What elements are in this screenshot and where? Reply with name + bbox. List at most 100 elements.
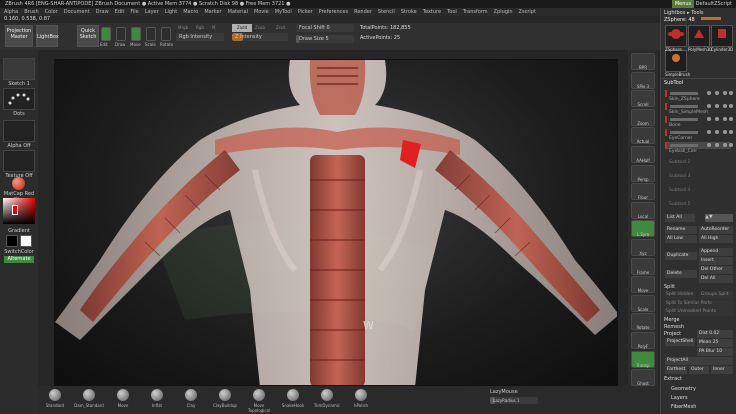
visibility-eye-icon[interactable]	[707, 91, 711, 95]
secondary-color-swatch[interactable]	[6, 235, 18, 247]
texture-thumbnail[interactable]	[3, 150, 35, 172]
gradient-label[interactable]: Gradient	[0, 228, 38, 234]
menu-item-light[interactable]: Light	[165, 9, 177, 15]
shelf-aahalf-button[interactable]: AAHalf	[631, 146, 655, 163]
project-header[interactable]: Project	[664, 331, 681, 337]
menu-item-file[interactable]: File	[130, 9, 138, 15]
layers-header[interactable]: Layers	[671, 395, 688, 401]
rgb-intensity-slider[interactable]: Rgb Intensity	[176, 33, 224, 41]
arrow-down-icon[interactable]: ▼	[709, 214, 713, 220]
focal-shift-slider[interactable]: Focal Shift 0	[296, 24, 354, 32]
brush-trimdynamic[interactable]: TrimDynamic	[312, 389, 342, 408]
visibility-eye-icon[interactable]	[707, 104, 711, 108]
cylinder3d-tool-thumb[interactable]	[711, 25, 733, 47]
menu-item-stencil[interactable]: Stencil	[378, 9, 395, 15]
all-high-button[interactable]: All High	[699, 235, 733, 243]
shelf-l-sym-button[interactable]: L.Sym	[631, 220, 655, 238]
menu-item-zplugin[interactable]: Zplugin	[494, 9, 513, 15]
draw-size-slider[interactable]: Draw Size 5	[296, 35, 354, 43]
alternate-button[interactable]: Alternate	[4, 256, 34, 263]
material-icon[interactable]	[723, 143, 727, 147]
menu-item-transform[interactable]: Transform	[463, 9, 488, 15]
split-header[interactable]: Split	[664, 284, 675, 290]
menu-item-document[interactable]: Document	[64, 9, 90, 15]
mean-slider[interactable]: Mean 25	[697, 339, 733, 347]
shelf-transp-button[interactable]: Transp	[631, 350, 655, 368]
dist-slider[interactable]: Dist 0.02	[697, 330, 733, 338]
draw-icon[interactable]	[116, 27, 126, 41]
subtool-row[interactable]	[665, 103, 733, 110]
zsphere-tool-thumb[interactable]	[665, 25, 687, 47]
brush-standard[interactable]: Standard	[40, 389, 70, 408]
material-icon[interactable]	[723, 117, 727, 121]
material-icon[interactable]	[723, 130, 727, 134]
rgb-toggle[interactable]: Rgb	[196, 25, 204, 30]
brush-snakehook[interactable]: SnakeHook	[278, 389, 308, 408]
subtool-empty-slot[interactable]: Subtool 2	[669, 160, 690, 165]
subtool-empty-slot[interactable]: Subtool 3	[669, 174, 690, 179]
rename-button[interactable]: Rename	[665, 226, 697, 234]
visibility-eye-icon[interactable]	[707, 130, 711, 134]
farthest-button[interactable]: Farthest	[665, 366, 687, 374]
outer-button[interactable]: Outer	[689, 366, 709, 374]
split-similar-button[interactable]: Split To Similar Parts	[664, 300, 733, 308]
subtool-empty-slot[interactable]: Subtool 5	[669, 202, 690, 207]
fibermesh-header[interactable]: FiberMesh	[671, 404, 696, 410]
color-picker[interactable]	[3, 198, 35, 224]
all-low-button[interactable]: All Low	[665, 235, 697, 243]
shelf-bpr-button[interactable]: BPR	[631, 53, 655, 70]
edit-icon[interactable]	[101, 27, 111, 41]
inner-button[interactable]: Inner	[711, 366, 733, 374]
subtool-row[interactable]	[665, 90, 733, 97]
merge-header[interactable]: Merge	[664, 317, 680, 323]
lazyradius-slider[interactable]: LazyRadius 1	[490, 397, 538, 404]
material-sphere[interactable]	[12, 177, 25, 190]
shelf-scroll-button[interactable]: Scroll	[631, 90, 655, 108]
insert-button[interactable]: Insert	[699, 257, 733, 265]
shelf-xyz-button[interactable]: Xyz	[631, 239, 655, 256]
zcut-button[interactable]: Zcut	[276, 25, 285, 30]
zadd-button[interactable]: Zadd	[232, 24, 252, 32]
menu-item-tool[interactable]: Tool	[447, 9, 457, 15]
shelf-actual-button[interactable]: Actual	[631, 127, 655, 145]
quick-sketch-button[interactable]: Quick Sketch	[77, 25, 99, 47]
alpha-thumbnail[interactable]	[3, 120, 35, 142]
groups-split-button[interactable]: Groups Split	[699, 291, 733, 299]
lightbox-button[interactable]: LightBox	[36, 25, 59, 47]
updown-arrows[interactable]: ▲▼	[705, 214, 733, 222]
shelf-floor-button[interactable]: Floor	[631, 183, 655, 201]
menu-item-zscript[interactable]: Zscript	[519, 9, 536, 15]
subtool-row[interactable]	[665, 142, 733, 149]
default-zscript-button[interactable]: DefaultZScript	[696, 1, 732, 7]
menu-item-movie[interactable]: Movie	[254, 9, 269, 15]
brush-clay[interactable]: Clay	[176, 389, 206, 408]
subtool-row[interactable]	[665, 129, 733, 136]
shelf-persp-button[interactable]: Persp	[631, 164, 655, 182]
mrgb-toggle[interactable]: Mrgb	[178, 25, 188, 30]
projectall-button[interactable]: ProjectAll	[665, 357, 733, 365]
autoreorder-button[interactable]: AutoReorder	[699, 226, 733, 234]
split-unmasked-button[interactable]: Split Unmasked Points	[664, 308, 733, 316]
subtool-row[interactable]	[665, 116, 733, 123]
extract-header[interactable]: Extract	[664, 376, 682, 382]
delete-button[interactable]: Delete	[665, 270, 697, 278]
material-icon[interactable]	[723, 104, 727, 108]
menu-item-preferences[interactable]: Preferences	[319, 9, 348, 15]
subtool-header[interactable]: SubTool	[664, 80, 683, 86]
menu-item-color[interactable]: Color	[45, 9, 58, 15]
menu-item-edit[interactable]: Edit	[115, 9, 125, 15]
geometry-header[interactable]: Geometry	[671, 386, 696, 392]
shelf-spix-3-button[interactable]: SPix 3	[631, 71, 655, 89]
menu-item-material[interactable]: Material	[228, 9, 248, 15]
menu-item-brush[interactable]: Brush	[24, 9, 38, 15]
remesh-header[interactable]: Remesh	[664, 324, 684, 330]
menu-item-render[interactable]: Render	[354, 9, 372, 15]
polypaint-icon[interactable]	[715, 130, 719, 134]
shelf-local-button[interactable]: Local	[631, 201, 655, 219]
subtool-empty-slot[interactable]: Subtool 4	[669, 188, 690, 193]
polymesh3d-tool-thumb[interactable]	[688, 25, 710, 47]
append-button[interactable]: Append	[699, 248, 733, 256]
shelf-move-button[interactable]: Move	[631, 276, 655, 294]
lock-icon[interactable]	[729, 130, 733, 134]
brush-inflat[interactable]: Inflat	[142, 389, 172, 408]
